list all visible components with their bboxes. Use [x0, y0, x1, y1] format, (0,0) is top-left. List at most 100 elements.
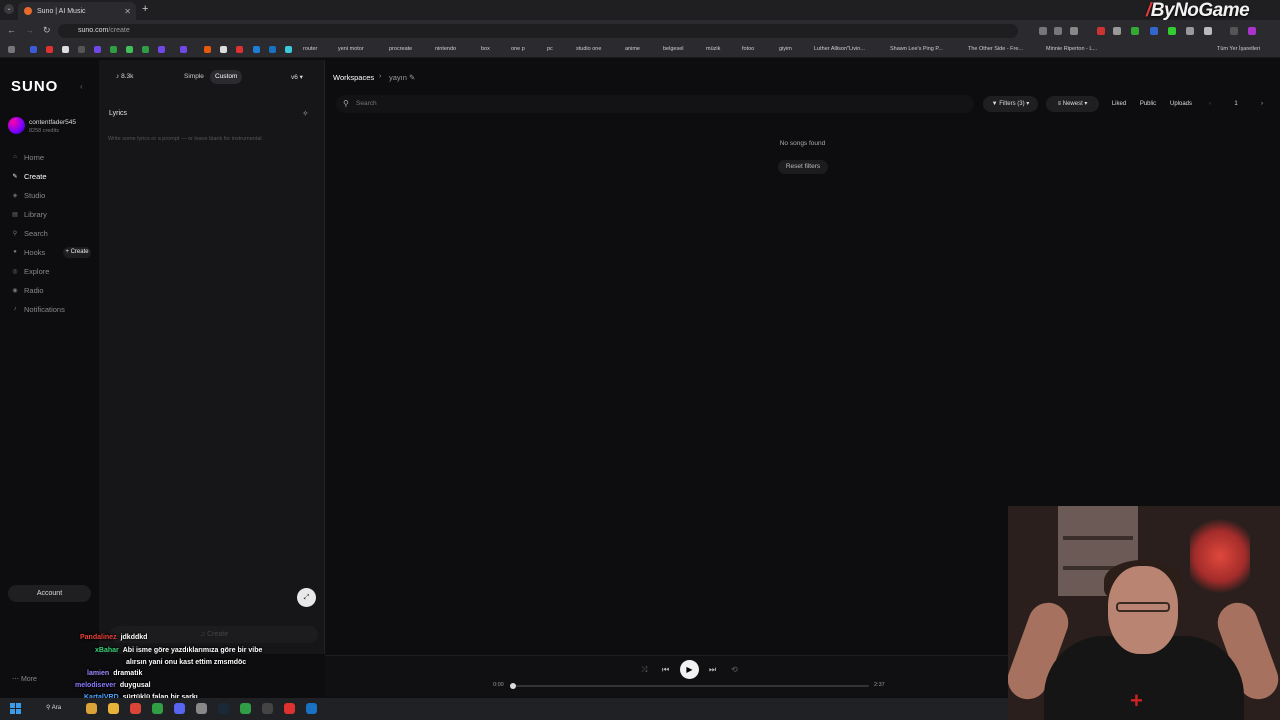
star-icon[interactable] — [1070, 27, 1078, 35]
url-field[interactable]: suno.com/create — [58, 24, 1018, 38]
bookmark-folder[interactable]: müzik — [706, 46, 720, 52]
previous-track-icon[interactable]: ⏮ — [662, 665, 669, 675]
bookmark-folder[interactable]: nintendo — [435, 46, 456, 52]
apps-icon[interactable] — [8, 46, 15, 53]
uploads-filter[interactable]: Uploads — [1166, 96, 1196, 112]
youtube-icon[interactable] — [46, 46, 53, 53]
prev-page-icon[interactable]: ‹ — [1204, 96, 1216, 112]
translate-icon[interactable] — [1039, 27, 1047, 35]
play-button[interactable]: ▶ — [680, 660, 699, 679]
sidebar-item-library[interactable]: ▤ Library — [12, 208, 47, 220]
bookmark-folder[interactable]: belgesel — [663, 46, 684, 52]
suno-logo[interactable]: SUNO — [11, 78, 58, 95]
sidebar-item-hooks[interactable]: ● Hooks — [12, 246, 45, 258]
extension-icon[interactable] — [1186, 27, 1194, 35]
filters-button[interactable]: ▼ Filters (3) ▾ — [983, 96, 1038, 112]
forward-icon[interactable]: → — [25, 25, 34, 35]
profile-icon[interactable] — [1230, 27, 1238, 35]
extension-icon[interactable] — [1150, 27, 1158, 35]
bookmark-icon[interactable] — [142, 46, 149, 53]
bookmark-folder[interactable]: giyim — [779, 46, 792, 52]
sidebar-item-radio[interactable]: ◉ Radio — [12, 284, 43, 296]
bookmark-folder[interactable]: studio one — [576, 46, 601, 52]
search-input[interactable] — [336, 95, 974, 113]
username[interactable]: contentfader545 — [29, 119, 76, 126]
collapse-sidebar-icon[interactable]: ‹ — [80, 82, 83, 91]
bookmark-folder[interactable]: yeni motor — [338, 46, 364, 52]
bookmark-link[interactable]: The Other Side - Fre... — [968, 46, 1023, 52]
bookmark-folder[interactable]: pc — [547, 46, 553, 52]
repeat-icon[interactable]: ⟲ — [731, 665, 738, 674]
mode-custom-tab[interactable]: Custom — [210, 70, 243, 84]
next-track-icon[interactable]: ⏭ — [709, 665, 716, 675]
bookmark-folder[interactable]: one p — [511, 46, 525, 52]
sidebar-item-notifications[interactable]: ♪ Notifications — [12, 303, 65, 315]
reset-filters-button[interactable]: Reset filters — [778, 160, 828, 174]
close-tab-icon[interactable]: ✕ — [124, 7, 131, 16]
folder-icon[interactable] — [108, 703, 119, 714]
model-version-select[interactable]: v6 ▾ — [291, 73, 303, 81]
chrome-icon[interactable] — [130, 703, 141, 714]
more-button[interactable]: ⋯ More — [12, 675, 37, 683]
next-page-icon[interactable]: › — [1256, 96, 1268, 112]
taskbar-search[interactable]: ⚲ Ara — [40, 702, 74, 715]
bookmark-folder[interactable]: procreate — [389, 46, 412, 52]
file-explorer-icon[interactable] — [86, 703, 97, 714]
breadcrumb-workspaces[interactable]: Workspaces — [333, 73, 374, 82]
avatar[interactable] — [8, 117, 25, 134]
app-icon[interactable] — [306, 703, 317, 714]
liked-filter[interactable]: Liked — [1108, 96, 1130, 112]
progress-track[interactable] — [512, 685, 869, 687]
obs-icon[interactable] — [196, 703, 207, 714]
bookmark-link[interactable]: Luther Allison"Livin... — [814, 46, 865, 52]
expand-icon[interactable]: ⤢ — [297, 588, 316, 607]
hooks-create-button[interactable]: + Create — [63, 247, 91, 258]
sidebar-item-explore[interactable]: ◎ Explore — [12, 265, 49, 277]
extension-icon[interactable] — [1097, 27, 1105, 35]
bookmark-icon[interactable] — [220, 46, 227, 53]
tab-search-menu[interactable]: ⌄ — [4, 4, 14, 14]
bookmark-icon[interactable] — [269, 46, 276, 53]
mode-simple-tab[interactable]: Simple — [179, 70, 209, 84]
bookmark-link[interactable]: Shawn Lee's Ping P... — [890, 46, 943, 52]
extension-icon[interactable] — [1131, 27, 1139, 35]
sidebar-item-home[interactable]: ⌂ Home — [12, 151, 44, 163]
back-icon[interactable]: ← — [7, 25, 16, 35]
cast-icon[interactable] — [1054, 27, 1062, 35]
sort-select[interactable]: ≡ Newest ▾ — [1046, 96, 1099, 112]
steam-icon[interactable] — [218, 703, 229, 714]
bookmark-icon[interactable] — [110, 46, 117, 53]
bookmark-icon[interactable] — [78, 46, 85, 53]
all-bookmarks[interactable]: Tüm Yer İşaretleri — [1217, 46, 1260, 52]
twitch-icon[interactable] — [94, 46, 101, 53]
bookmark-icon[interactable] — [180, 46, 187, 53]
discord-icon[interactable] — [174, 703, 185, 714]
app-icon[interactable] — [284, 703, 295, 714]
magic-wand-icon[interactable]: ✧ — [302, 109, 309, 118]
x-icon[interactable] — [62, 46, 69, 53]
app-icon[interactable] — [262, 703, 273, 714]
facebook-icon[interactable] — [30, 46, 37, 53]
bookmark-icon[interactable] — [253, 46, 260, 53]
progress-handle[interactable] — [510, 683, 516, 689]
sidebar-item-studio[interactable]: ◈ Studio — [12, 189, 46, 201]
app-icon[interactable] — [240, 703, 251, 714]
sidebar-item-search[interactable]: ⚲ Search — [12, 227, 48, 239]
extensions-puzzle-icon[interactable] — [1204, 27, 1212, 35]
bookmark-router[interactable]: router — [303, 46, 317, 52]
bookmark-icon[interactable] — [204, 46, 211, 53]
bookmark-folder[interactable]: box — [481, 46, 490, 52]
bookmark-icon[interactable] — [236, 46, 243, 53]
profile-avatar-icon[interactable] — [1248, 27, 1256, 35]
shuffle-icon[interactable]: ⤨ — [641, 665, 647, 675]
extension-icon[interactable] — [1168, 27, 1176, 35]
bookmark-link[interactable]: Minnie Riperton - L... — [1046, 46, 1097, 52]
reload-icon[interactable]: ↻ — [43, 25, 51, 36]
xbox-icon[interactable] — [152, 703, 163, 714]
account-button[interactable]: Account — [8, 585, 91, 602]
sidebar-item-create[interactable]: ✎ Create — [12, 170, 46, 182]
new-tab-button[interactable]: + — [142, 3, 148, 15]
bookmark-icon[interactable] — [285, 46, 292, 53]
lyrics-input[interactable]: Write some lyrics or a prompt — or leave… — [108, 136, 262, 142]
bookmark-folder[interactable]: fotoo — [742, 46, 754, 52]
